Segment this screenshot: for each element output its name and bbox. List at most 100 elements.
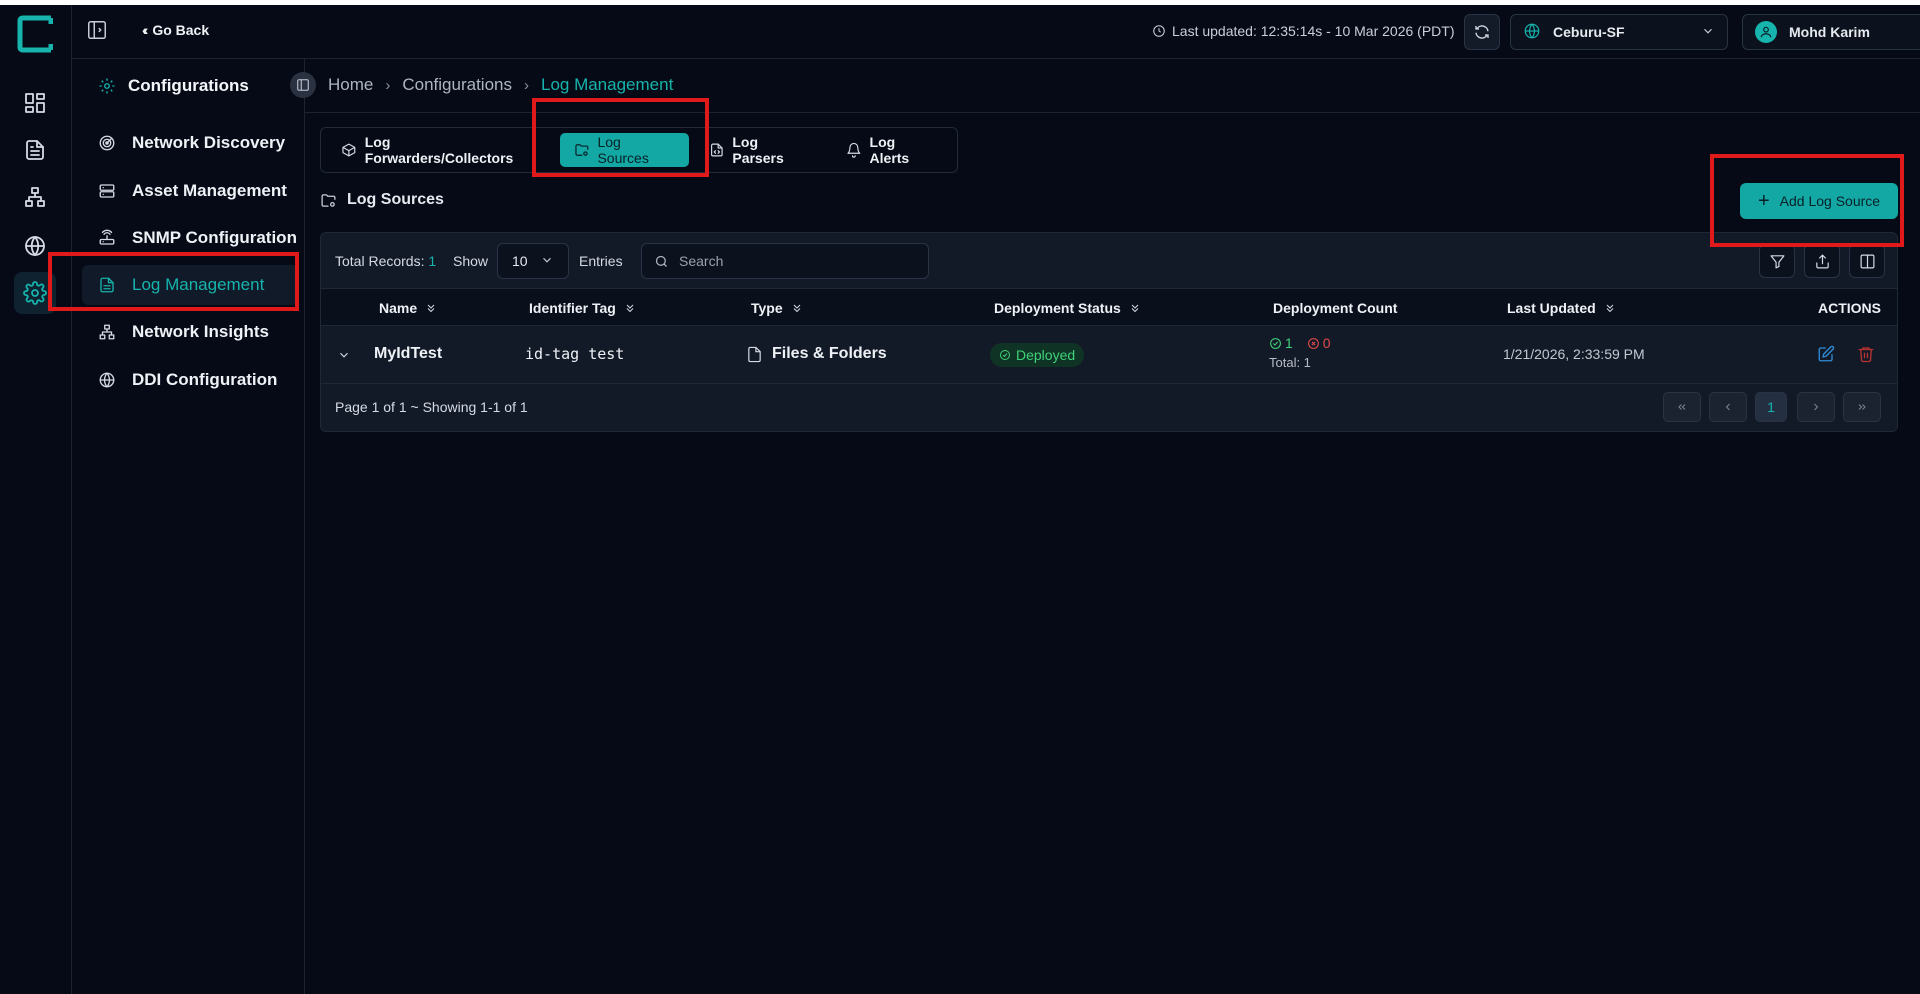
- tab-label: Log Forwarders/Collectors: [364, 134, 514, 166]
- sidebar-item-label: Asset Management: [132, 181, 287, 200]
- globe-icon: [99, 372, 115, 388]
- share-icon: [1815, 254, 1829, 268]
- pagination: Page 1 of 1 ~ Showing 1-1 of 1 1: [321, 384, 1897, 431]
- folder-settings-icon: [321, 193, 336, 207]
- site-name: Ceburu-SF: [1553, 24, 1625, 40]
- top-header: ‹‹ Go Back Last updated: 12:35:14s - 10 …: [72, 5, 1920, 59]
- total-records-value: 1: [428, 253, 437, 269]
- sidebar-item-snmp-configuration[interactable]: SNMP Configuration: [82, 218, 298, 258]
- column-header-last-updated[interactable]: Last Updated: [1507, 300, 1616, 316]
- sidebar-collapse-button[interactable]: [86, 19, 110, 43]
- panel-toggle-button[interactable]: [290, 72, 316, 98]
- tab-label: Log Alerts: [869, 134, 910, 166]
- row-type-label: Files & Folders: [772, 345, 887, 362]
- filter-button[interactable]: [1759, 244, 1795, 278]
- file-text-icon: [100, 277, 114, 293]
- dashboard-icon[interactable]: [14, 82, 56, 124]
- chevron-down-icon: [1701, 24, 1715, 41]
- breadcrumb-current: Log Management: [540, 75, 674, 94]
- go-back-link[interactable]: ‹‹ Go Back: [142, 22, 209, 38]
- file-icon: [748, 346, 761, 362]
- sidebar-item-network-discovery[interactable]: Network Discovery: [82, 123, 298, 163]
- reports-icon[interactable]: [14, 129, 56, 171]
- box-icon: [342, 143, 356, 157]
- settings-icon[interactable]: [14, 272, 56, 314]
- delete-button[interactable]: [1857, 345, 1875, 363]
- tab-label: Log Parsers: [732, 134, 784, 166]
- column-label: Deployment Status: [994, 300, 1121, 316]
- total-records-label: Total Records:: [335, 253, 425, 269]
- column-header-type[interactable]: Type: [751, 300, 803, 316]
- deploy-failure-count: 0: [1322, 335, 1331, 351]
- search-input[interactable]: [679, 253, 899, 269]
- user-menu[interactable]: Mohd Karim: [1742, 14, 1920, 50]
- deploy-failure: 0: [1307, 335, 1331, 351]
- chevron-down-icon: [540, 253, 554, 270]
- column-header-name[interactable]: Name: [379, 300, 437, 316]
- export-button[interactable]: [1804, 244, 1840, 278]
- divider: [305, 112, 1920, 113]
- tab-log-alerts[interactable]: Log Alerts: [832, 133, 951, 167]
- page-number-button[interactable]: 1: [1755, 392, 1787, 422]
- row-type: Files & Folders: [747, 345, 887, 363]
- check-circle-icon: [1270, 337, 1281, 349]
- site-select[interactable]: Ceburu-SF: [1510, 14, 1728, 50]
- column-header-actions: ACTIONS: [1818, 300, 1881, 316]
- sidebar-item-asset-management[interactable]: Asset Management: [82, 171, 298, 211]
- column-label: Last Updated: [1507, 300, 1596, 316]
- breadcrumb-home[interactable]: Home: [328, 75, 373, 95]
- sidebar-item-label: Network Discovery: [132, 133, 286, 152]
- avatar: [1755, 21, 1777, 43]
- edit-button[interactable]: [1817, 345, 1835, 363]
- panel-left-icon: [297, 79, 309, 91]
- deploy-total: Total: 1: [1269, 355, 1311, 370]
- log-sources-table: Total Records: 1 Show 10 Entries Name Id…: [320, 232, 1898, 432]
- column-label: Identifier Tag: [529, 300, 616, 316]
- search-icon: [655, 255, 667, 267]
- folder-settings-icon: [575, 144, 589, 156]
- columns-button[interactable]: [1849, 244, 1885, 278]
- sidebar-item-log-management[interactable]: Log Management: [82, 265, 298, 305]
- expand-row-button[interactable]: [337, 348, 351, 362]
- refresh-button[interactable]: [1464, 14, 1500, 50]
- column-label: Deployment Count: [1273, 300, 1398, 316]
- topology-icon[interactable]: [14, 176, 56, 218]
- trash-icon: [1858, 347, 1874, 363]
- row-identifier-tag: id-tag test: [525, 345, 625, 363]
- app-logo[interactable]: [17, 14, 54, 54]
- icon-rail: [0, 5, 72, 994]
- column-label: ACTIONS: [1818, 300, 1881, 316]
- network-icon: [99, 324, 115, 340]
- add-log-source-button[interactable]: + Add Log Source: [1740, 183, 1898, 219]
- go-back-label: Go Back: [152, 22, 210, 38]
- chevrons-left-icon: [1678, 404, 1686, 410]
- last-page-button[interactable]: [1843, 392, 1881, 422]
- tab-log-forwarders[interactable]: Log Forwarders/Collectors: [327, 133, 554, 167]
- column-header-identifier-tag[interactable]: Identifier Tag: [529, 300, 636, 316]
- refresh-icon: [1475, 25, 1489, 39]
- page-size-select[interactable]: 10: [497, 243, 569, 279]
- breadcrumb-configurations[interactable]: Configurations: [402, 75, 512, 95]
- sidebar-item-ddi-configuration[interactable]: DDI Configuration: [82, 360, 298, 400]
- sort-icon: [626, 304, 634, 313]
- page-size-value: 10: [512, 253, 528, 269]
- chevron-right-icon: ›: [385, 76, 391, 94]
- radar-icon: [99, 135, 115, 151]
- table-header: Name Identifier Tag Type Deployment Stat…: [321, 289, 1897, 326]
- sidebar-item-network-insights[interactable]: Network Insights: [82, 312, 298, 352]
- prev-page-button[interactable]: [1709, 392, 1747, 422]
- sidebar-item-label: Network Insights: [132, 322, 269, 341]
- chevron-down-icon: [340, 352, 348, 358]
- log-tabs: Log Forwarders/Collectors Log Sources Lo…: [320, 127, 958, 173]
- sidebar-title-text: Configurations: [128, 76, 249, 95]
- check-circle-icon: [1000, 350, 1010, 360]
- tab-label: Log Sources: [597, 134, 649, 166]
- search-box[interactable]: [641, 243, 929, 279]
- next-page-button[interactable]: [1797, 392, 1835, 422]
- first-page-button[interactable]: [1663, 392, 1701, 422]
- tab-log-sources[interactable]: Log Sources: [559, 133, 689, 167]
- tab-log-parsers[interactable]: Log Parsers: [695, 133, 826, 167]
- globe-icon[interactable]: [14, 225, 56, 267]
- deploy-success: 1: [1269, 335, 1293, 351]
- column-header-deployment-status[interactable]: Deployment Status: [994, 300, 1141, 316]
